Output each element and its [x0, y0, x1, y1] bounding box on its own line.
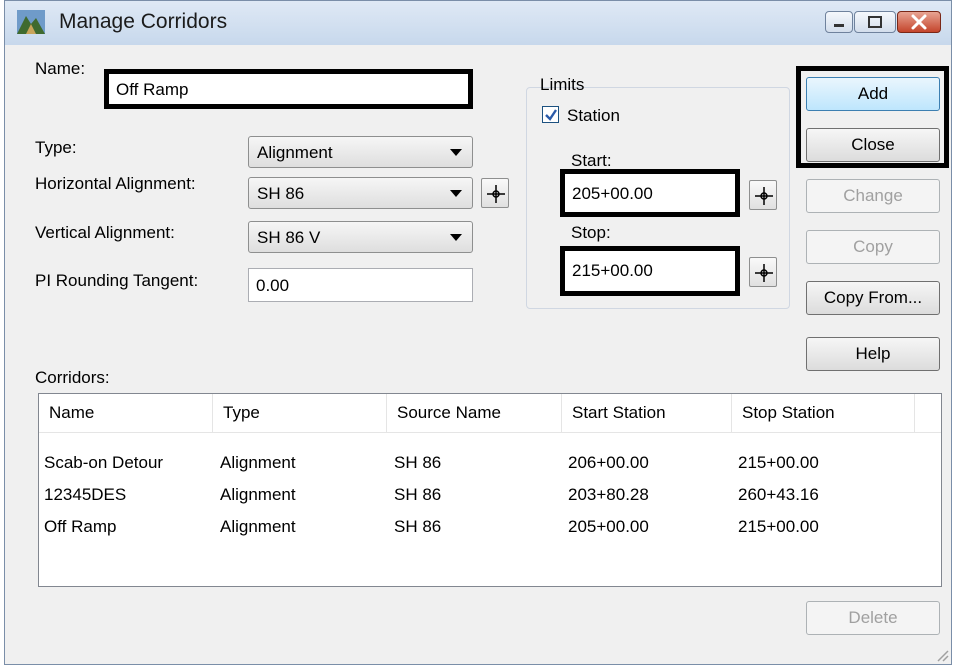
- start-pick-button[interactable]: [749, 180, 777, 210]
- station-checkbox[interactable]: [542, 106, 559, 123]
- minimize-icon: [834, 24, 844, 27]
- stop-station-input[interactable]: 215+00.00: [560, 246, 740, 296]
- stop-pick-button[interactable]: [749, 257, 777, 287]
- change-button[interactable]: Change: [806, 179, 940, 213]
- row-source-name: SH 86: [394, 485, 442, 504]
- pi-rounding-tangent-label: PI Rounding Tangent:: [35, 271, 199, 290]
- horizontal-alignment-value: SH 86: [257, 184, 305, 203]
- title-bar[interactable]: Manage Corridors: [5, 1, 951, 45]
- name-label: Name:: [35, 59, 86, 78]
- corridor-app-icon: [17, 10, 45, 34]
- corridors-label: Corridors:: [35, 368, 110, 387]
- crosshair-icon: [755, 264, 773, 282]
- resize-grip-icon[interactable]: [935, 648, 949, 662]
- pi-rounding-tangent-input[interactable]: 0.00: [248, 268, 473, 302]
- start-label: Start:: [571, 151, 612, 170]
- horizontal-pick-button[interactable]: [481, 178, 509, 208]
- close-icon: [911, 14, 927, 30]
- vertical-alignment-value: SH 86 V: [257, 228, 321, 247]
- maximize-button[interactable]: [854, 11, 896, 33]
- horizontal-alignment-label: Horizontal Alignment:: [35, 174, 196, 193]
- row-name: Scab-on Detour: [44, 453, 164, 472]
- manage-corridors-dialog: Manage Corridors Name: Off Ramp Type: Al…: [4, 0, 952, 665]
- row-stop-station: 215+00.00: [738, 453, 819, 472]
- column-header-source-name[interactable]: Source Name: [387, 394, 562, 432]
- limits-group-label: Limits: [540, 75, 585, 94]
- minimize-button[interactable]: [825, 11, 853, 33]
- column-header-name[interactable]: Name: [39, 394, 213, 432]
- table-row[interactable]: 12345DES Alignment SH 86 203+80.28 260+4…: [39, 480, 941, 512]
- copy-from-button[interactable]: Copy From...: [806, 281, 940, 315]
- start-station-input[interactable]: 205+00.00: [560, 169, 740, 217]
- chevron-down-icon: [450, 234, 462, 241]
- row-name: 12345DES: [44, 485, 127, 504]
- table-row[interactable]: Off Ramp Alignment SH 86 205+00.00 215+0…: [39, 512, 941, 544]
- row-source-name: SH 86: [394, 453, 442, 472]
- name-input[interactable]: Off Ramp: [104, 69, 473, 109]
- vertical-alignment-label: Vertical Alignment:: [35, 223, 175, 242]
- crosshair-icon: [755, 187, 773, 205]
- type-label: Type:: [35, 138, 77, 157]
- row-stop-station: 260+43.16: [738, 485, 819, 504]
- row-stop-station: 215+00.00: [738, 517, 819, 536]
- row-start-station: 203+80.28: [568, 485, 649, 504]
- chevron-down-icon: [450, 190, 462, 197]
- row-type: Alignment: [220, 517, 296, 536]
- row-type: Alignment: [220, 453, 296, 472]
- type-dropdown[interactable]: Alignment: [248, 136, 473, 168]
- column-header-stop-station[interactable]: Stop Station: [732, 394, 915, 432]
- row-type: Alignment: [220, 485, 296, 504]
- column-header-start-station[interactable]: Start Station: [562, 394, 732, 432]
- station-checkbox-label: Station: [567, 106, 620, 125]
- copy-button[interactable]: Copy: [806, 230, 940, 264]
- help-button[interactable]: Help: [806, 337, 940, 371]
- corridors-list-header: Name Type Source Name Start Station Stop…: [39, 394, 941, 433]
- type-value: Alignment: [257, 143, 333, 162]
- crosshair-icon: [487, 185, 505, 203]
- row-start-station: 206+00.00: [568, 453, 649, 472]
- window-title: Manage Corridors: [59, 10, 228, 33]
- row-source-name: SH 86: [394, 517, 442, 536]
- window-close-button[interactable]: [897, 11, 941, 33]
- close-button[interactable]: Close: [806, 128, 940, 162]
- row-name: Off Ramp: [44, 517, 117, 536]
- maximize-icon: [868, 16, 882, 28]
- delete-button[interactable]: Delete: [806, 601, 940, 635]
- row-start-station: 205+00.00: [568, 517, 649, 536]
- add-button[interactable]: Add: [806, 77, 940, 111]
- chevron-down-icon: [450, 149, 462, 156]
- stop-label: Stop:: [571, 223, 611, 242]
- corridors-list[interactable]: Name Type Source Name Start Station Stop…: [38, 393, 942, 587]
- vertical-alignment-dropdown[interactable]: SH 86 V: [248, 221, 473, 253]
- column-header-type[interactable]: Type: [213, 394, 387, 432]
- horizontal-alignment-dropdown[interactable]: SH 86: [248, 177, 473, 209]
- table-row[interactable]: Scab-on Detour Alignment SH 86 206+00.00…: [39, 448, 941, 480]
- checkmark-icon: [545, 109, 557, 121]
